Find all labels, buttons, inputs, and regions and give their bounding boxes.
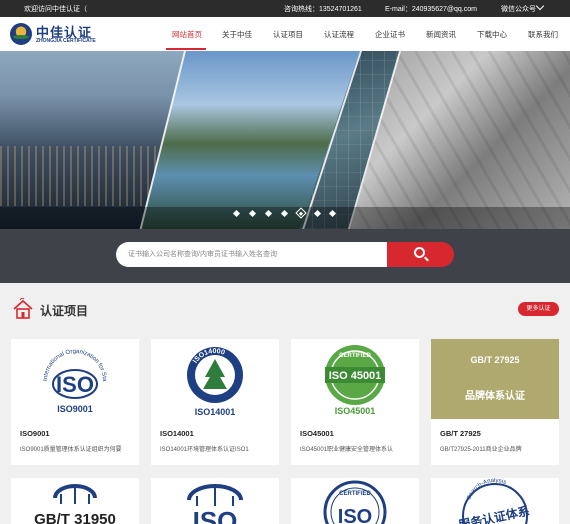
cert-card-iso14001[interactable]: ISO14000 ISO14001 ISO14001 ISO14001环境管理体… [151,339,279,465]
cert-card-iso9001[interactable]: International Organization for Standardi… [11,339,139,465]
welcome-text: 欢迎访问中佳认证（ [24,6,87,13]
card-image-code: GB/T 27925 [470,355,520,365]
svg-text:ISO: ISO [56,372,94,397]
search-button[interactable] [387,242,454,267]
svg-text:CERTIFIED: CERTIFIED [339,353,371,359]
svg-text:ISO45001: ISO45001 [335,406,376,416]
svg-text:服务认证体系: 服务认证体系 [457,503,531,524]
cert-card-iso-2[interactable]: ISO [151,478,279,524]
search-icon [414,247,425,258]
iso14001-logo-icon: ISO14000 ISO14001 [187,347,243,417]
cert-card-gbt27925[interactable]: GB/T 27925 品牌体系认证 GB/T 27925 GB/T27925-2… [431,339,559,465]
card-description: ISO9001质量管理体系认证组织为何要 [20,447,122,453]
gbt-logo-icon: GB/T 31950 [34,484,116,524]
card-image: CERTIFIED ISO 45001 ISO45001 [291,339,419,419]
iso-logo-icon: ISO [187,484,243,524]
svg-text:ISO: ISO [193,506,238,524]
nav-active-indicator [166,48,206,50]
logo-tagline: ZHONGJIA CERTIFICATE [36,38,96,44]
certified-seal-icon: CERTIFIED ISO [323,480,387,524]
nav-item-process[interactable]: 认证流程 [324,29,354,40]
nav-item-projects[interactable]: 认证项目 [273,29,303,40]
card-image: GB/T 27925 品牌体系认证 [431,339,559,419]
card-description: GB/T27925-2011商业企业品牌 [440,447,522,453]
service-cert-seal-icon: Search-Analysis 服务认证体系 [457,478,531,524]
cert-card-iso45001[interactable]: CERTIFIED ISO 45001 ISO45001 ISO45001 IS… [291,339,419,465]
cert-card-service[interactable]: Search-Analysis 服务认证体系 [431,478,559,524]
chevron-down-icon[interactable] [535,1,545,11]
svg-text:ISO 45001: ISO 45001 [329,370,382,382]
card-title[interactable]: GB/T 27925 [440,429,481,438]
search-icon-handle [424,256,429,262]
card-image: ISO14000 ISO14001 [151,339,279,419]
wechat-link[interactable]: 微信公众号 [501,4,536,14]
svg-text:GB/T 31950: GB/T 31950 [34,511,116,524]
svg-text:ISO9001: ISO9001 [57,404,93,414]
hotline-text: 咨询热线：13524701261 [284,6,362,13]
card-title[interactable]: ISO14001 [160,429,194,438]
house-icon [13,297,33,319]
iso45001-seal-icon: CERTIFIED ISO 45001 ISO45001 [325,345,385,416]
card-description: ISO14001环境管理体系认证ISO1 [160,447,249,453]
card-image: International Organization for Standardi… [11,339,139,419]
card-image-caption: 品牌体系认证 [465,391,525,402]
nav-item-contact[interactable]: 联系我们 [528,29,558,40]
hero-banner[interactable] [0,51,570,229]
section-title: 认证项目 [40,304,89,318]
email-text[interactable]: E-mail：240935627@qq.com [385,4,477,14]
card-description: ISO45001职业健康安全管理体系认 [300,447,394,453]
iso-logo-icon: International Organization for Standardi… [25,339,107,414]
card-title[interactable]: ISO45001 [300,429,334,438]
svg-text:ISO14001: ISO14001 [195,407,236,417]
nav-item-news[interactable]: 新闻资讯 [426,29,456,40]
logo-icon[interactable] [10,23,32,45]
site-header: 中佳认证 ZHONGJIA CERTIFICATE 网站首页 关于中佳 认证项目… [0,17,570,51]
top-info-bar: 欢迎访问中佳认证（ 咨询热线：13524701261 E-mail：240935… [0,0,570,17]
search-box [116,242,389,267]
svg-text:ISO: ISO [338,506,372,524]
more-certifications-button[interactable]: 更多认证 [518,302,559,316]
nav-item-certificates[interactable]: 企业证书 [375,29,405,40]
cert-card-iso-certified[interactable]: CERTIFIED ISO [291,478,419,524]
svg-text:CERTIFIED: CERTIFIED [339,491,371,497]
nav-item-about[interactable]: 关于中佳 [222,29,252,40]
search-input[interactable] [128,248,378,261]
nav-item-downloads[interactable]: 下载中心 [477,29,507,40]
svg-text:Search-Analysis: Search-Analysis [466,478,507,501]
cert-card-gbt31950[interactable]: GB/T 31950 [11,478,139,524]
nav-item-home[interactable]: 网站首页 [172,29,202,40]
card-title[interactable]: ISO9001 [20,429,50,438]
